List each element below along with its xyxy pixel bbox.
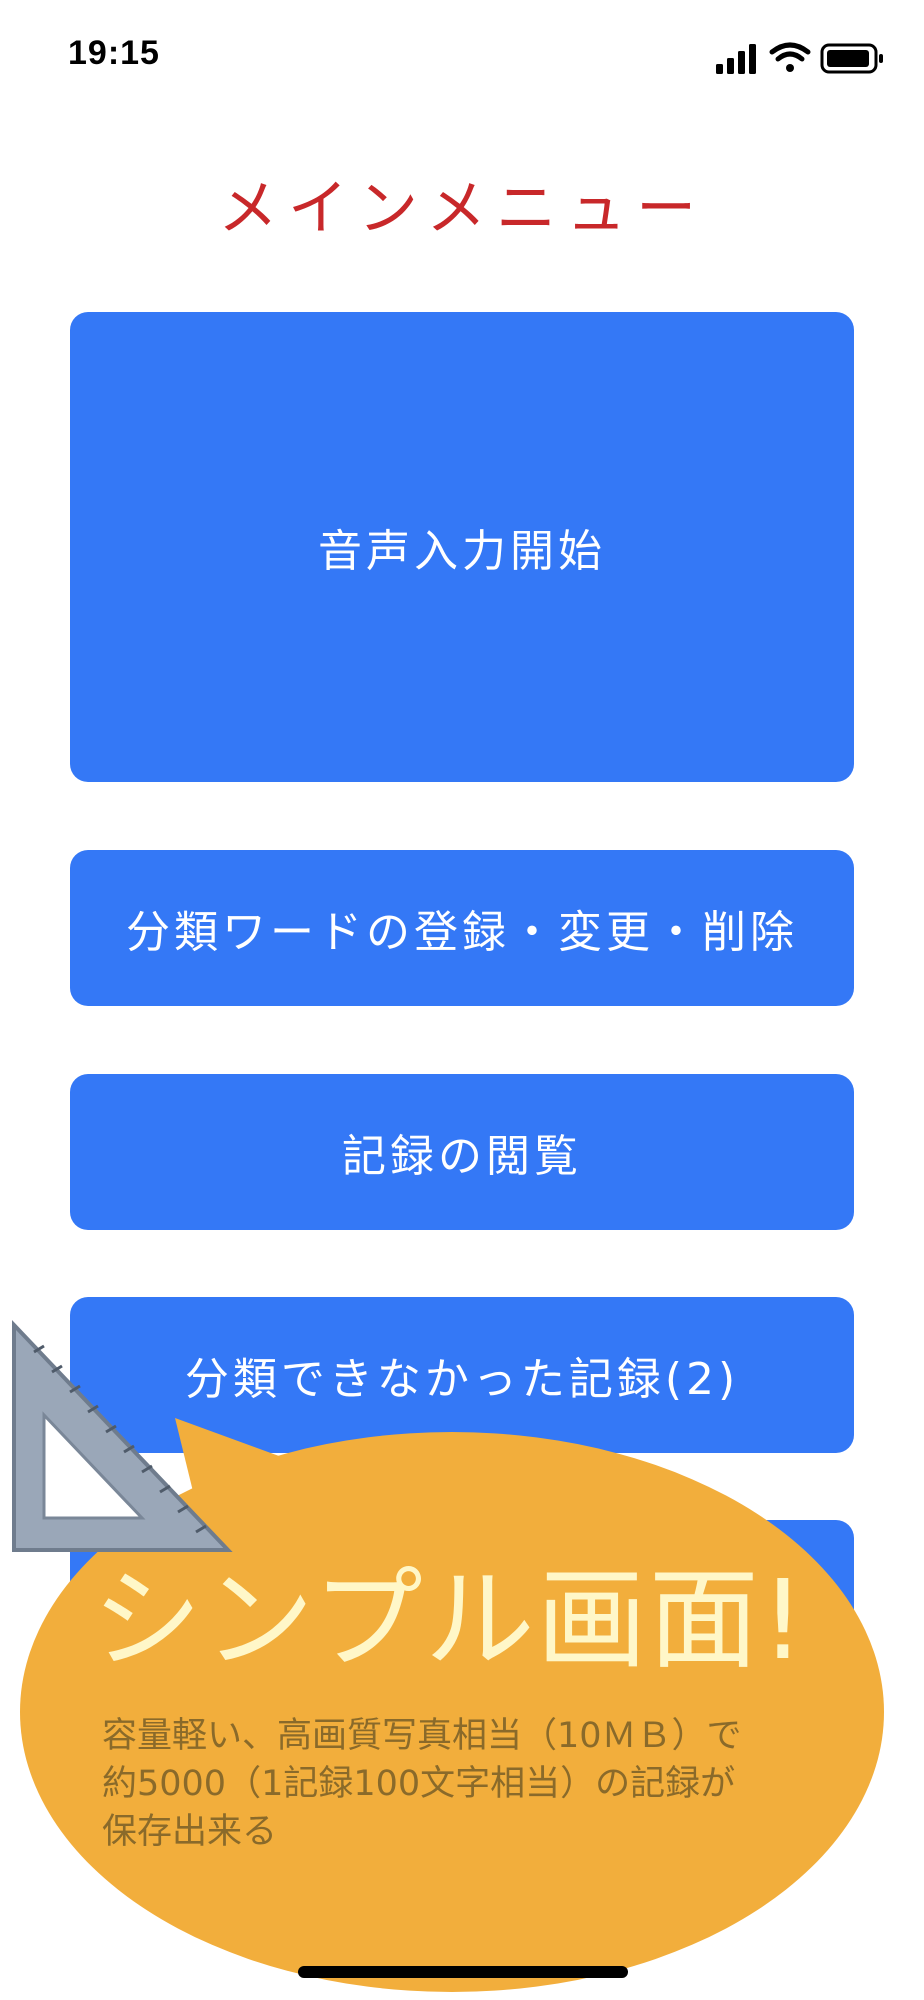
callout-body-line: 容量軽い、高画質写真相当（10ＭＢ）で (102, 1716, 742, 1756)
callout-body-line: 約5000（1記録100文字相当）の記録が (102, 1764, 736, 1804)
unclassified-records-label: 分類できなかった記録(2) (184, 1354, 740, 1405)
cellular-signal-icon (716, 44, 756, 74)
unclassified-records-button[interactable]: 分類できなかった記録(2) (70, 1297, 854, 1453)
callout-title: シンプル画面! (92, 1556, 807, 1684)
callout-body: 容量軽い、高画質写真相当（10ＭＢ）で 約5000（1記録100文字相当）の記録… (102, 1712, 872, 1856)
status-bar: 19:15 (0, 0, 924, 110)
start-voice-input-label: 音声入力開始 (318, 526, 606, 577)
battery-icon (820, 43, 883, 74)
home-indicator (298, 1966, 628, 1978)
status-icons (716, 42, 883, 74)
start-voice-input-button[interactable]: 音声入力開始 (70, 312, 854, 782)
callout-body-line: 保存出来る (102, 1812, 278, 1852)
status-time: 19:15 (68, 34, 160, 72)
manage-classification-words-label: 分類ワードの登録・変更・削除 (126, 907, 798, 958)
callout-bubble-shape (20, 1418, 884, 1992)
wifi-icon (769, 42, 811, 72)
manage-classification-words-button[interactable]: 分類ワードの登録・変更・削除 (70, 850, 854, 1006)
view-records-button[interactable]: 記録の閲覧 (70, 1074, 854, 1230)
page-title: メインメニュー (217, 174, 707, 244)
view-records-label: 記録の閲覧 (342, 1131, 582, 1182)
